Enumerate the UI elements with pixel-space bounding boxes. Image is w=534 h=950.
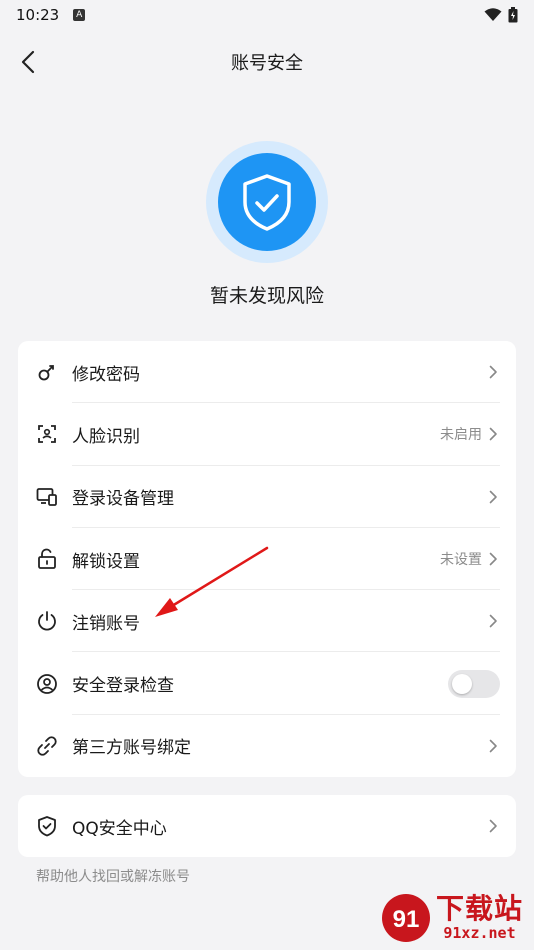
page-title: 账号安全 xyxy=(231,53,303,74)
toggle-knob xyxy=(452,673,472,694)
power-icon xyxy=(36,610,58,632)
qq-security-center-card: QQ安全中心 xyxy=(18,795,516,857)
login-check-toggle[interactable] xyxy=(448,669,500,698)
chevron-right-icon xyxy=(486,552,500,566)
watermark: 91 下载站 91xz.net xyxy=(380,888,530,948)
user-circle-icon xyxy=(36,673,58,695)
chevron-left-icon xyxy=(21,50,35,74)
list-item-label: 登录设备管理 xyxy=(72,489,174,510)
list-item-label: 解锁设置 xyxy=(72,551,140,572)
list-item-label: 第三方账号绑定 xyxy=(72,738,191,759)
watermark-text: 下载站 91xz.net xyxy=(436,892,524,943)
list-item-login-check: 安全登录检查 xyxy=(18,652,516,715)
unlock-icon xyxy=(36,548,58,570)
shield-icon xyxy=(36,815,58,837)
security-settings-list: 修改密码 人脸识别 未启用 登录设备管理 解锁设置 未设置 注销账号 安全登录检… xyxy=(18,341,516,777)
list-item-face-recognition[interactable]: 人脸识别 未启用 xyxy=(18,403,516,466)
security-status-circle xyxy=(218,153,316,251)
link-icon xyxy=(36,735,58,757)
footer-note[interactable]: 帮助他人找回或解冻账号 xyxy=(36,866,190,886)
notification-icon: A xyxy=(73,9,86,21)
chevron-right-icon xyxy=(486,427,500,441)
list-item-label: 注销账号 xyxy=(72,613,140,634)
face-scan-icon xyxy=(36,423,58,445)
back-button[interactable] xyxy=(10,44,46,80)
list-item-value: 未启用 xyxy=(440,427,482,444)
shield-check-icon xyxy=(243,174,291,231)
chevron-right-icon xyxy=(486,614,500,628)
wifi-icon xyxy=(484,8,502,21)
list-item-value: 未设置 xyxy=(440,552,482,569)
chevron-right-icon xyxy=(486,819,500,833)
security-status-text: 暂未发现风险 xyxy=(209,285,324,307)
watermark-url: 91xz.net xyxy=(443,924,516,942)
key-icon xyxy=(36,361,58,383)
battery-icon xyxy=(508,7,518,23)
status-bar: 10:23 A xyxy=(0,0,534,30)
list-item-label: 人脸识别 xyxy=(72,426,140,447)
list-item-device-management[interactable]: 登录设备管理 xyxy=(18,466,516,528)
app-header: 账号安全 xyxy=(0,38,534,86)
list-item-change-password[interactable]: 修改密码 xyxy=(18,341,516,404)
security-status-badge xyxy=(206,141,328,263)
watermark-title: 下载站 xyxy=(436,892,524,925)
watermark-logo-text: 91 xyxy=(393,906,420,933)
status-right xyxy=(484,7,518,23)
list-item-label: QQ安全中心 xyxy=(72,818,167,839)
list-item-label: 安全登录检查 xyxy=(72,676,174,697)
chevron-right-icon xyxy=(486,739,500,753)
chevron-right-icon xyxy=(486,365,500,379)
list-item-label: 修改密码 xyxy=(72,364,140,385)
devices-icon xyxy=(36,486,58,508)
list-item-qq-security-center[interactable]: QQ安全中心 xyxy=(18,795,516,857)
chevron-right-icon xyxy=(486,490,500,504)
watermark-logo: 91 xyxy=(382,894,430,942)
status-time: 10:23 xyxy=(16,6,60,24)
list-item-delete-account[interactable]: 注销账号 xyxy=(18,590,516,653)
list-item-third-party-binding[interactable]: 第三方账号绑定 xyxy=(18,715,516,777)
list-item-unlock-settings[interactable]: 解锁设置 未设置 xyxy=(18,528,516,591)
